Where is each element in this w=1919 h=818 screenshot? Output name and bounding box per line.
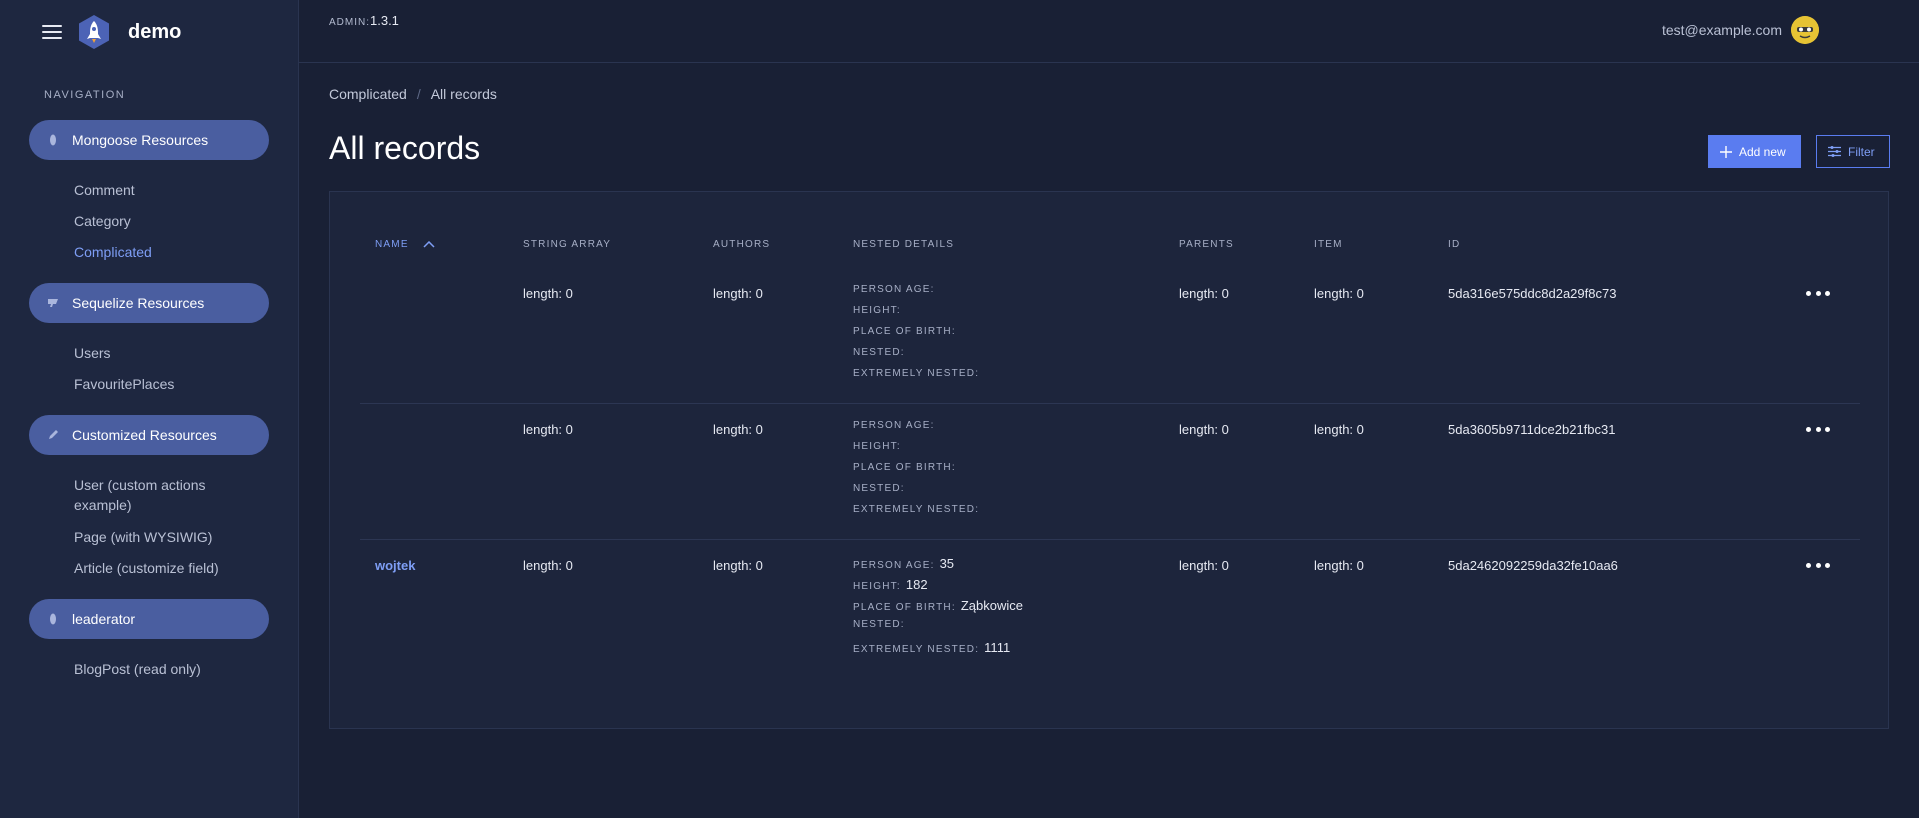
cell-id: 5da316e575ddc8d2a29f8c73	[1448, 286, 1617, 301]
nested-label-height: HEIGHT:	[853, 441, 901, 452]
nested-label-person-age: PERSON AGE:	[853, 560, 935, 571]
breadcrumb-complicated[interactable]: Complicated	[329, 86, 407, 102]
column-header-name[interactable]: NAME	[375, 239, 435, 250]
sidebar-item-user-custom-actions[interactable]: User (custom actions	[74, 475, 205, 495]
user-avatar-icon	[1791, 16, 1819, 44]
nested-label-extremely-nested: EXTREMELY NESTED:	[853, 504, 980, 515]
sidebar-item-page-wysiwig[interactable]: Page (with WYSIWIG)	[74, 527, 212, 547]
nav-group-mongoose[interactable]: Mongoose Resources	[29, 120, 269, 160]
cell-parents: length: 0	[1179, 286, 1229, 301]
cell-item: length: 0	[1314, 558, 1364, 573]
brand: demo	[42, 14, 181, 50]
version-info: ADMIN:1.3.1	[329, 13, 399, 28]
row-actions-menu-icon[interactable]	[1806, 560, 1830, 570]
row-actions-menu-icon[interactable]	[1806, 288, 1830, 298]
row-divider	[360, 539, 1860, 540]
sidebar-item-favouriteplaces[interactable]: FavouritePlaces	[74, 374, 174, 394]
sidebar-item-comment[interactable]: Comment	[74, 180, 135, 200]
nav-group-leaderator[interactable]: leaderator	[29, 599, 269, 639]
cell-parents: length: 0	[1179, 422, 1229, 437]
sidebar-item-complicated[interactable]: Complicated	[74, 242, 152, 262]
row-divider	[360, 403, 1860, 404]
nav-group-label: Mongoose Resources	[72, 132, 209, 148]
nested-label-nested: NESTED:	[853, 619, 905, 630]
cell-authors: length: 0	[713, 286, 763, 301]
leaf-icon	[46, 612, 60, 626]
column-header-item[interactable]: ITEM	[1314, 239, 1343, 250]
chevron-up-icon	[423, 241, 435, 248]
nav-group-label: Sequelize Resources	[72, 295, 205, 311]
nested-value-person-age: 35	[939, 556, 955, 571]
nav-group-sequelize[interactable]: Sequelize Resources	[29, 283, 269, 323]
cell-string-array: length: 0	[523, 558, 573, 573]
cell-parents: length: 0	[1179, 558, 1229, 573]
column-header-string-array[interactable]: STRING ARRAY	[523, 239, 611, 250]
sidebar-item-users[interactable]: Users	[74, 343, 111, 363]
nested-label-nested: NESTED:	[853, 347, 905, 358]
nested-label-extremely-nested: EXTREMELY NESTED:	[853, 644, 980, 655]
nested-label-place-of-birth: PLACE OF BIRTH:	[853, 462, 956, 473]
rocket-logo-icon	[79, 15, 109, 49]
hamburger-menu-icon[interactable]	[42, 25, 62, 39]
cell-nested-details: PERSON AGE: 35 HEIGHT: 182 PLACE OF BIRTH:…	[853, 556, 1153, 661]
filter-button[interactable]: Filter	[1816, 135, 1890, 168]
sliders-icon	[1828, 146, 1841, 157]
nested-value-extremely-nested: 1111	[984, 640, 1011, 655]
database-icon	[46, 296, 60, 310]
add-new-label: Add new	[1739, 144, 1786, 159]
leaf-icon	[46, 133, 60, 147]
avatar[interactable]	[1791, 16, 1819, 44]
cell-authors: length: 0	[713, 558, 763, 573]
plus-icon	[1720, 145, 1732, 158]
nested-label-height: HEIGHT:	[853, 305, 901, 316]
breadcrumb-separator: /	[416, 86, 421, 102]
row-actions-menu-icon[interactable]	[1806, 424, 1830, 434]
column-header-authors[interactable]: AUTHORS	[713, 239, 770, 250]
cell-id: 5da2462092259da32fe10aa6	[1448, 558, 1618, 573]
page-title: All records	[329, 130, 481, 166]
cell-string-array: length: 0	[523, 286, 573, 301]
nav-group-label: leaderator	[72, 611, 136, 627]
version-number: 1.3.1	[370, 13, 399, 28]
cell-nested-details: PERSON AGE: HEIGHT: PLACE OF BIRTH: NEST…	[853, 284, 1153, 389]
cell-nested-details: PERSON AGE: HEIGHT: PLACE OF BIRTH: NEST…	[853, 420, 1153, 525]
nested-label-height: HEIGHT:	[853, 581, 901, 592]
sidebar-item-category[interactable]: Category	[74, 211, 131, 231]
cell-string-array: length: 0	[523, 422, 573, 437]
nested-value-place-of-birth: Ząbkowice	[960, 598, 1023, 613]
cell-item: length: 0	[1314, 286, 1364, 301]
column-header-nested-details[interactable]: NESTED DETAILS	[853, 239, 954, 250]
breadcrumb-current: All records	[430, 86, 497, 102]
user-email[interactable]: test@example.com	[1662, 22, 1782, 38]
nested-value-height: 182	[905, 577, 928, 592]
nested-label-person-age: PERSON AGE:	[853, 284, 935, 295]
sidebar-item-user-custom-actions-cont[interactable]: example)	[74, 495, 132, 515]
breadcrumb: Complicated / All records	[329, 86, 497, 102]
top-bar: ADMIN:1.3.1 test@example.com	[299, 0, 1919, 63]
add-new-button[interactable]: Add new	[1708, 135, 1801, 168]
filter-label: Filter	[1848, 144, 1875, 159]
nested-label-extremely-nested: EXTREMELY NESTED:	[853, 368, 980, 379]
version-label: ADMIN:	[329, 17, 370, 28]
column-header-parents[interactable]: PARENTS	[1179, 239, 1234, 250]
nested-label-nested: NESTED:	[853, 483, 905, 494]
cell-item: length: 0	[1314, 422, 1364, 437]
nav-group-label: Customized Resources	[72, 427, 217, 443]
column-header-label: NAME	[375, 239, 409, 250]
nested-label-place-of-birth: PLACE OF BIRTH:	[853, 326, 956, 337]
app-name: demo	[128, 20, 182, 43]
nested-label-person-age: PERSON AGE:	[853, 420, 935, 431]
sidebar: demo NAVIGATION Mongoose Resources Comme…	[0, 0, 299, 818]
nav-heading: NAVIGATION	[44, 89, 126, 101]
cell-authors: length: 0	[713, 422, 763, 437]
nav-group-customized[interactable]: Customized Resources	[29, 415, 269, 455]
sidebar-item-article[interactable]: Article (customize field)	[74, 558, 219, 578]
sidebar-item-blogpost[interactable]: BlogPost (read only)	[74, 659, 201, 679]
cell-name[interactable]: wojtek	[375, 558, 415, 573]
column-header-id[interactable]: ID	[1448, 239, 1460, 250]
cell-id: 5da3605b9711dce2b21fbc31	[1448, 422, 1616, 437]
nested-label-place-of-birth: PLACE OF BIRTH:	[853, 602, 956, 613]
pencil-icon	[46, 428, 60, 442]
